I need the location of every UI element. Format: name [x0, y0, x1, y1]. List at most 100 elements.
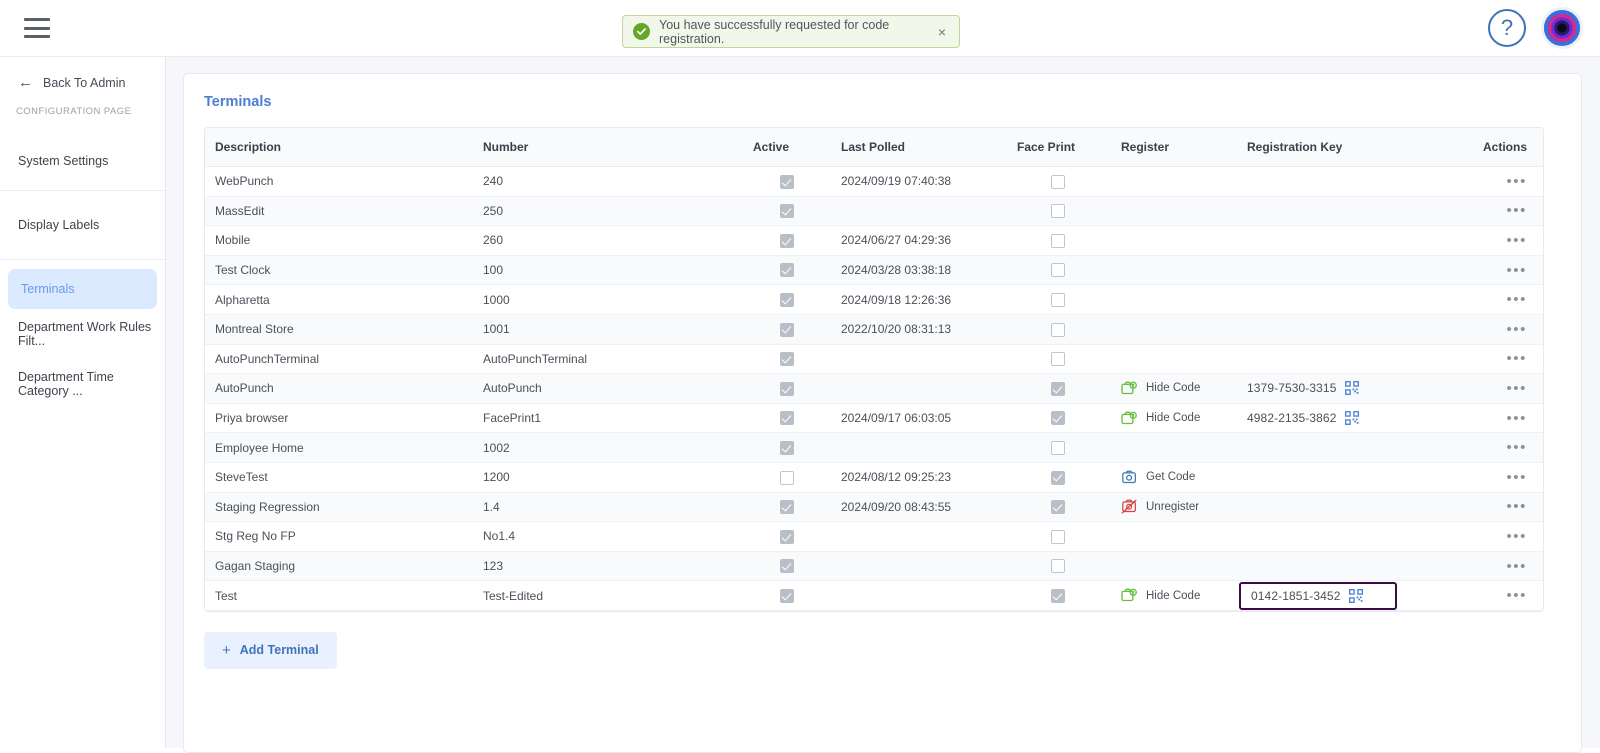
cell-register[interactable]: Hide Code [1109, 373, 1235, 404]
table-row[interactable]: AutoPunchTerminal AutoPunchTerminal ••• [205, 344, 1543, 375]
table-row[interactable]: Priya browser FacePrint1 2024/09/17 06:03:… [205, 403, 1543, 434]
face-print-checkbox[interactable] [1051, 500, 1065, 515]
cell-actions[interactable]: ••• [1455, 225, 1543, 256]
row-actions-menu-icon[interactable]: ••• [1506, 350, 1527, 367]
cell-actions[interactable]: ••• [1455, 166, 1543, 197]
active-checkbox[interactable] [780, 204, 794, 219]
table-row[interactable]: MassEdit 250 ••• [205, 196, 1543, 227]
sidebar-item-terminals[interactable]: Terminals [8, 269, 157, 309]
row-actions-menu-icon[interactable]: ••• [1506, 232, 1527, 249]
row-actions-menu-icon[interactable]: ••• [1506, 410, 1527, 427]
active-checkbox[interactable] [780, 381, 794, 396]
row-actions-menu-icon[interactable]: ••• [1506, 202, 1527, 219]
active-checkbox[interactable] [780, 441, 794, 456]
table-row[interactable]: Test Clock 100 2024/03/28 03:38:18 ••• [205, 255, 1543, 286]
row-actions-menu-icon[interactable]: ••• [1506, 439, 1527, 456]
register-action[interactable]: Unregister [1121, 499, 1235, 514]
table-row[interactable]: SteveTest 1200 2024/08/12 09:25:23 Get Code… [205, 462, 1543, 493]
cell-register[interactable]: Unregister [1109, 492, 1235, 523]
cell-actions[interactable]: ••• [1455, 314, 1543, 345]
row-actions-menu-icon[interactable]: ••• [1506, 469, 1527, 486]
active-checkbox[interactable] [780, 263, 794, 278]
qr-code-icon[interactable] [1349, 588, 1364, 603]
table-row[interactable]: Staging Regression 1.4 2024/09/20 08:43:55… [205, 492, 1543, 523]
close-icon[interactable]: × [935, 25, 949, 39]
register-action[interactable]: Hide Code [1121, 381, 1235, 396]
active-checkbox[interactable] [780, 470, 794, 485]
table-row[interactable]: Stg Reg No FP No1.4 ••• [205, 521, 1543, 552]
cell-actions[interactable]: ••• [1455, 432, 1543, 463]
row-actions-menu-icon[interactable]: ••• [1506, 528, 1527, 545]
row-actions-menu-icon[interactable]: ••• [1506, 380, 1527, 397]
cell-actions[interactable]: ••• [1455, 492, 1543, 523]
face-print-checkbox[interactable] [1051, 322, 1065, 337]
sidebar-item-display-labels[interactable]: Display Labels [0, 205, 165, 245]
qr-code-icon[interactable] [1345, 411, 1360, 426]
avatar[interactable] [1544, 10, 1580, 46]
row-actions-menu-icon[interactable]: ••• [1506, 498, 1527, 515]
cell-actions[interactable]: ••• [1455, 462, 1543, 493]
row-actions-menu-icon[interactable]: ••• [1506, 291, 1527, 308]
row-actions-menu-icon[interactable]: ••• [1506, 558, 1527, 575]
table-row[interactable]: Alpharetta 1000 2024/09/18 12:26:36 ••• [205, 284, 1543, 315]
table-row[interactable]: Mobile 260 2024/06/27 04:29:36 ••• [205, 225, 1543, 256]
cell-actions[interactable]: ••• [1455, 403, 1543, 434]
register-action[interactable]: Get Code [1121, 470, 1235, 485]
add-terminal-button[interactable]: + Add Terminal [204, 631, 337, 669]
cell-actions[interactable]: ••• [1455, 255, 1543, 286]
face-print-checkbox[interactable] [1051, 470, 1065, 485]
qr-code-icon[interactable] [1345, 381, 1360, 396]
table-row[interactable]: Employee Home 1002 ••• [205, 432, 1543, 463]
cell-actions[interactable]: ••• [1455, 580, 1543, 611]
sidebar-item-department-work-rules-filter[interactable]: Department Work Rules Filt... [0, 309, 165, 359]
row-actions-menu-icon[interactable]: ••• [1506, 173, 1527, 190]
hamburger-menu-icon[interactable] [24, 18, 50, 38]
table-row[interactable]: Test Test-Edited Hide Code 0142-1851-3452 ••… [205, 580, 1543, 611]
face-print-checkbox[interactable] [1051, 174, 1065, 189]
cell-actions[interactable]: ••• [1455, 196, 1543, 227]
help-icon[interactable]: ? [1488, 9, 1526, 47]
active-checkbox[interactable] [780, 589, 794, 604]
row-actions-menu-icon[interactable]: ••• [1506, 262, 1527, 279]
cell-register[interactable]: Hide Code [1109, 580, 1235, 611]
face-print-checkbox[interactable] [1051, 529, 1065, 544]
face-print-checkbox[interactable] [1051, 204, 1065, 219]
cell-actions[interactable]: ••• [1455, 373, 1543, 404]
cell-actions[interactable]: ••• [1455, 521, 1543, 552]
row-actions-menu-icon[interactable]: ••• [1506, 587, 1527, 604]
face-print-checkbox[interactable] [1051, 381, 1065, 396]
active-checkbox[interactable] [780, 233, 794, 248]
sidebar-item-system-settings[interactable]: System Settings [0, 141, 165, 181]
active-checkbox[interactable] [780, 500, 794, 515]
active-checkbox[interactable] [780, 529, 794, 544]
face-print-checkbox[interactable] [1051, 233, 1065, 248]
face-print-checkbox[interactable] [1051, 411, 1065, 426]
cell-active [743, 521, 831, 552]
active-checkbox[interactable] [780, 174, 794, 189]
cell-register[interactable]: Hide Code [1109, 403, 1235, 434]
active-checkbox[interactable] [780, 559, 794, 574]
face-print-checkbox[interactable] [1051, 589, 1065, 604]
active-checkbox[interactable] [780, 322, 794, 337]
face-print-checkbox[interactable] [1051, 293, 1065, 308]
sidebar-item-department-time-category[interactable]: Department Time Category ... [0, 359, 165, 409]
back-to-admin-button[interactable]: ← Back To Admin [0, 57, 165, 90]
face-print-checkbox[interactable] [1051, 441, 1065, 456]
register-action[interactable]: Hide Code [1121, 588, 1235, 603]
cell-actions[interactable]: ••• [1455, 344, 1543, 375]
table-row[interactable]: Montreal Store 1001 2022/10/20 08:31:13 ••• [205, 314, 1543, 345]
active-checkbox[interactable] [780, 352, 794, 367]
table-row[interactable]: WebPunch 240 2024/09/19 07:40:38 ••• [205, 166, 1543, 197]
active-checkbox[interactable] [780, 293, 794, 308]
face-print-checkbox[interactable] [1051, 352, 1065, 367]
cell-register[interactable]: Get Code [1109, 462, 1235, 493]
table-row[interactable]: Gagan Staging 123 ••• [205, 551, 1543, 582]
active-checkbox[interactable] [780, 411, 794, 426]
face-print-checkbox[interactable] [1051, 263, 1065, 278]
cell-actions[interactable]: ••• [1455, 284, 1543, 315]
face-print-checkbox[interactable] [1051, 559, 1065, 574]
register-action[interactable]: Hide Code [1121, 411, 1235, 426]
table-row[interactable]: AutoPunch AutoPunch Hide Code 1379-7530-331… [205, 373, 1543, 404]
cell-actions[interactable]: ••• [1455, 551, 1543, 582]
row-actions-menu-icon[interactable]: ••• [1506, 321, 1527, 338]
